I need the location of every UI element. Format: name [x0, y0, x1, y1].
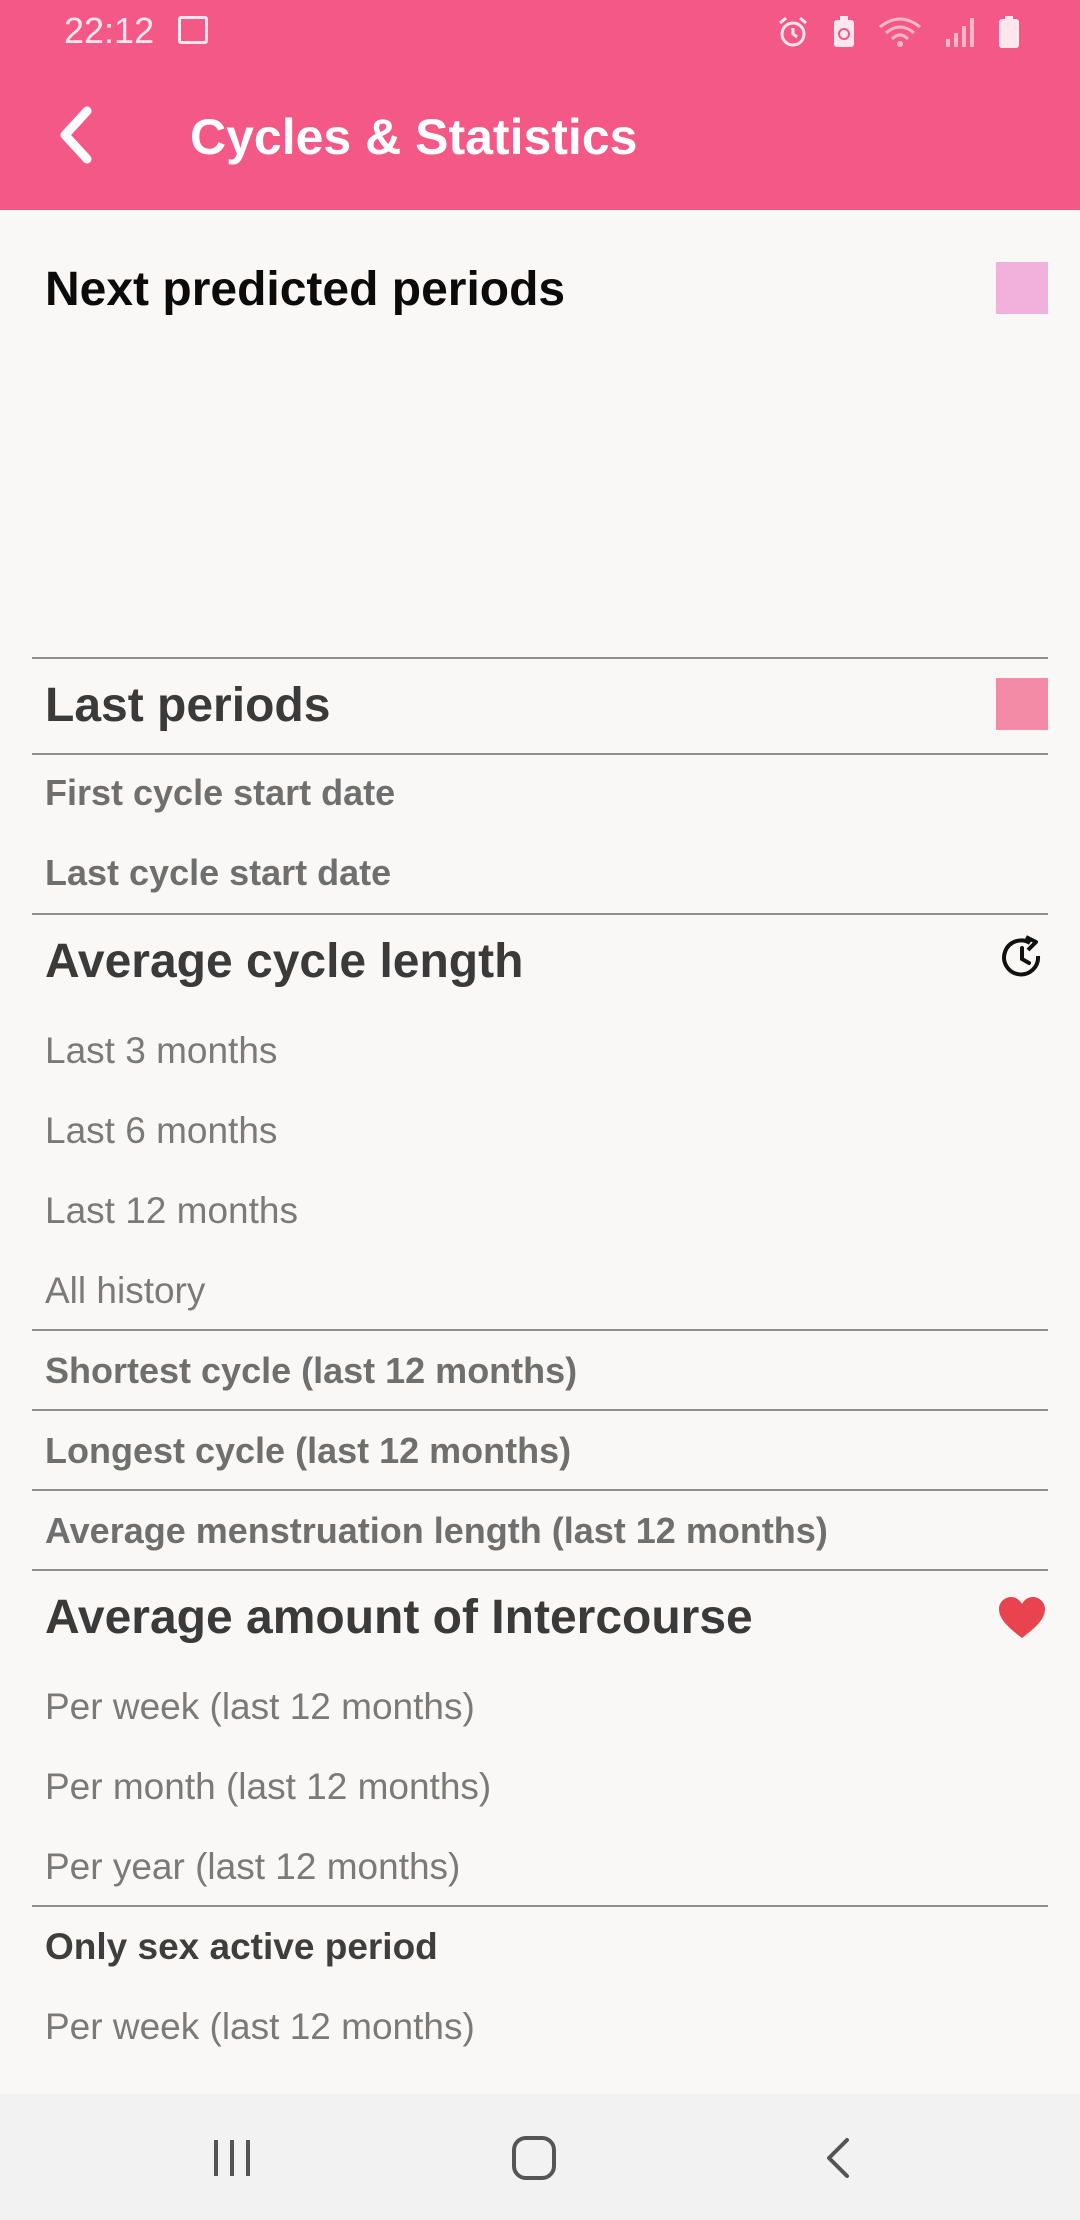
back-icon — [827, 2138, 849, 2178]
back-button[interactable] — [40, 100, 110, 170]
page-title: Cycles & Statistics — [190, 109, 638, 165]
status-bar: 22:12 — [0, 0, 1080, 64]
system-nav-bar — [0, 2094, 1080, 2220]
next-predicted-title: Next predicted periods — [45, 263, 566, 316]
intercourse-per-month: Per month (last 12 months) — [45, 1766, 492, 1807]
divider — [32, 1569, 1048, 1571]
battery-saver-icon — [834, 16, 854, 47]
status-time: 22:12 — [64, 10, 155, 51]
history-refresh-icon[interactable] — [998, 934, 1046, 982]
system-back-button[interactable] — [806, 2126, 870, 2190]
divider — [32, 1905, 1048, 1907]
last-periods-color-swatch[interactable] — [996, 678, 1048, 730]
avg-cycle-all-history: All history — [45, 1270, 206, 1311]
wifi-icon — [879, 17, 921, 47]
divider — [32, 913, 1048, 915]
divider — [32, 657, 1048, 659]
battery-icon — [999, 16, 1019, 48]
avg-cycle-last-12-months: Last 12 months — [45, 1190, 298, 1231]
average-menstruation-length-label: Average menstruation length (last 12 mon… — [45, 1510, 828, 1551]
average-cycle-length-title: Average cycle length — [45, 935, 524, 988]
chevron-left-icon — [60, 106, 92, 164]
first-cycle-start-date-label: First cycle start date — [45, 772, 396, 813]
divider — [32, 1329, 1048, 1331]
gallery-icon — [178, 16, 208, 44]
last-cycle-start-date-label: Last cycle start date — [45, 852, 392, 893]
signal-icon — [946, 18, 974, 47]
home-button[interactable] — [502, 2126, 566, 2190]
sex-active-period-title: Only sex active period — [45, 1926, 438, 1967]
last-periods-title: Last periods — [45, 679, 331, 732]
recent-apps-icon — [214, 2140, 250, 2176]
home-icon — [512, 2136, 556, 2180]
avg-cycle-last-6-months: Last 6 months — [45, 1110, 278, 1151]
intercourse-per-year: Per year (last 12 months) — [45, 1846, 461, 1887]
average-intercourse-title: Average amount of Intercourse — [45, 1591, 753, 1644]
divider — [32, 1489, 1048, 1491]
next-predicted-color-swatch[interactable] — [996, 262, 1048, 314]
intercourse-per-week: Per week (last 12 months) — [45, 1686, 475, 1727]
avg-cycle-last-3-months: Last 3 months — [45, 1030, 278, 1071]
shortest-cycle-label: Shortest cycle (last 12 months) — [45, 1350, 578, 1391]
statistics-content[interactable]: Next predicted periods Last periods Firs… — [0, 210, 1080, 2094]
longest-cycle-label: Longest cycle (last 12 months) — [45, 1430, 572, 1471]
divider — [32, 753, 1048, 755]
status-icons — [776, 12, 1020, 52]
heart-icon[interactable] — [998, 1596, 1046, 1640]
app-bar: Cycles & Statistics — [0, 64, 1080, 210]
recent-apps-button[interactable] — [200, 2126, 264, 2190]
alarm-icon — [779, 16, 807, 47]
sex-active-per-week: Per week (last 12 months) — [45, 2006, 475, 2047]
divider — [32, 1409, 1048, 1411]
